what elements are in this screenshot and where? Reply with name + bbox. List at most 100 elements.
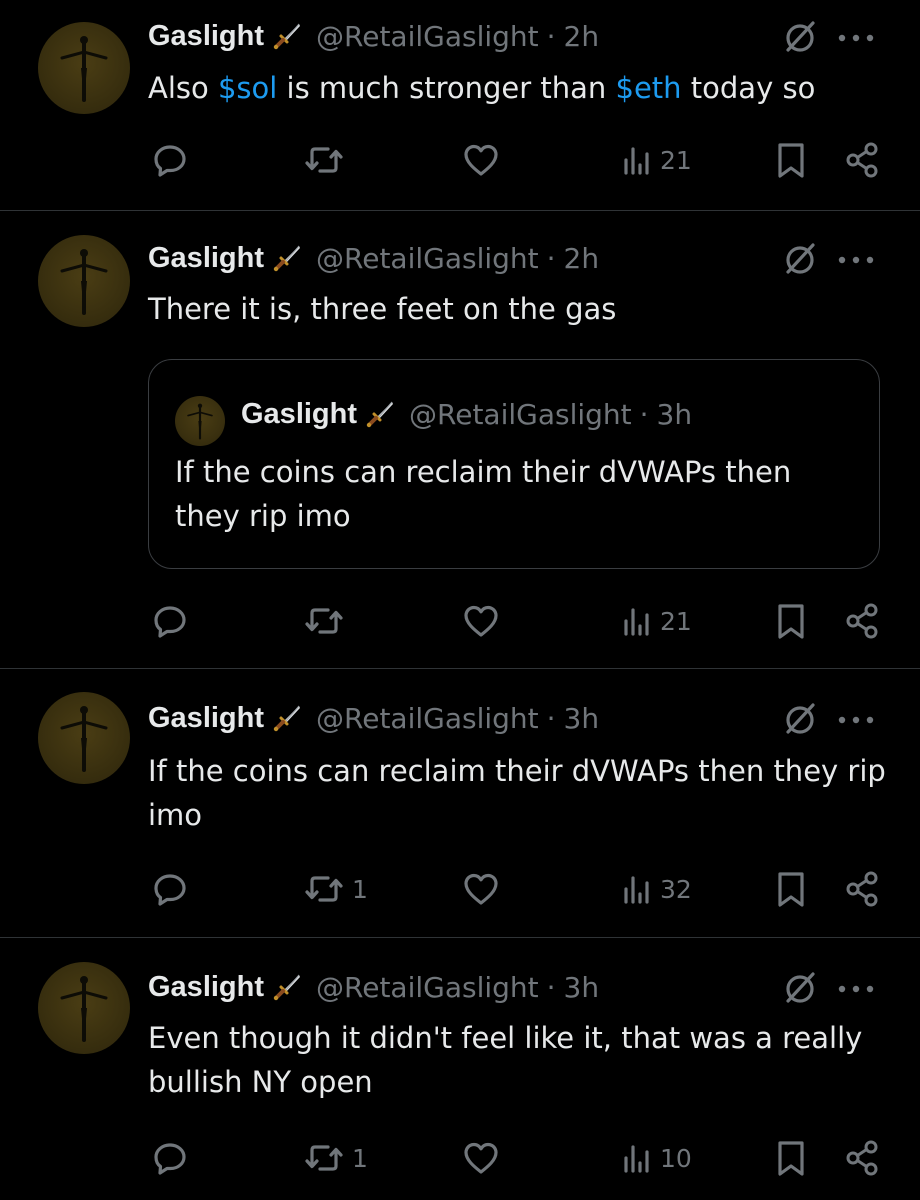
share-icon: [842, 601, 882, 641]
bookmark-button[interactable]: [773, 140, 809, 180]
share-icon: [842, 140, 882, 180]
tweet-header: Gaslight @RetailGaslight · 3h: [148, 967, 599, 1007]
tweet[interactable]: Gaslight @RetailGaslight · 2h Also $sol …: [0, 0, 920, 210]
repost-icon: [304, 869, 344, 909]
views-icon: [622, 140, 652, 180]
share-button[interactable]: [842, 1138, 882, 1178]
separator-dot: ·: [546, 241, 556, 275]
grok-icon[interactable]: [782, 241, 818, 277]
dagger-icon: [365, 399, 395, 429]
like-icon: [461, 1138, 501, 1178]
separator-dot: ·: [546, 970, 556, 1004]
user-handle[interactable]: @RetailGaslight: [316, 702, 539, 735]
action-bar: 1 10: [0, 1138, 920, 1178]
bookmark-button[interactable]: [773, 1138, 809, 1178]
timestamp[interactable]: 2h: [564, 20, 600, 53]
separator-dot: ·: [546, 701, 556, 735]
tweet-text: If the coins can reclaim their dVWAPs th…: [148, 754, 886, 832]
user-handle[interactable]: @RetailGaslight: [316, 242, 539, 275]
share-button[interactable]: [842, 601, 882, 641]
action-bar: 1 32: [0, 869, 920, 909]
tweet-header: Gaslight @RetailGaslight · 2h: [148, 238, 599, 278]
quoted-text: If the coins can reclaim their dVWAPs th…: [175, 455, 792, 533]
views-icon: [622, 601, 652, 641]
tweet[interactable]: Gaslight @RetailGaslight · 3h If the coi…: [0, 669, 920, 937]
separator-dot: ·: [639, 397, 649, 431]
avatar-image: [38, 962, 130, 1054]
tweet[interactable]: Gaslight @RetailGaslight · 2h There it i…: [0, 211, 920, 668]
display-name[interactable]: Gaslight: [148, 242, 264, 275]
repost-button[interactable]: 1: [304, 869, 368, 909]
more-icon[interactable]: [836, 254, 876, 266]
more-icon[interactable]: [836, 983, 876, 995]
user-handle[interactable]: @RetailGaslight: [316, 20, 539, 53]
view-count: 10: [660, 1143, 692, 1173]
view-count: 21: [660, 606, 692, 636]
separator-dot: ·: [546, 19, 556, 53]
more-icon[interactable]: [836, 32, 876, 44]
text-segment: today so: [681, 71, 816, 105]
grok-icon[interactable]: [782, 19, 818, 55]
tweet-header: Gaslight @RetailGaslight · 3h: [148, 698, 599, 738]
repost-count: 1: [352, 1143, 368, 1173]
cashtag-link[interactable]: $sol: [218, 71, 277, 105]
reply-button[interactable]: [150, 140, 198, 180]
quoted-avatar[interactable]: [175, 396, 225, 446]
tweet[interactable]: Gaslight @RetailGaslight · 3h Even thoug…: [0, 938, 920, 1200]
more-icon[interactable]: [836, 714, 876, 726]
action-bar: 21: [0, 140, 920, 180]
timestamp[interactable]: 3h: [564, 702, 600, 735]
like-icon: [461, 601, 501, 641]
display-name[interactable]: Gaslight: [148, 20, 264, 53]
quoted-tweet[interactable]: Gaslight @RetailGaslight · 3h If the coi…: [148, 359, 880, 569]
repost-button[interactable]: 1: [304, 1138, 368, 1178]
like-button[interactable]: [461, 601, 509, 641]
repost-count: 1: [352, 874, 368, 904]
reply-icon: [150, 1138, 190, 1178]
like-button[interactable]: [461, 869, 509, 909]
reply-icon: [150, 140, 190, 180]
quoted-timestamp: 3h: [656, 397, 693, 431]
reply-button[interactable]: [150, 869, 198, 909]
timestamp[interactable]: 2h: [564, 242, 600, 275]
text-segment: is much stronger than: [277, 71, 616, 105]
views-icon: [622, 869, 652, 909]
bookmark-icon: [773, 1138, 809, 1178]
repost-button[interactable]: [304, 140, 352, 180]
views-button[interactable]: 10: [622, 1138, 692, 1178]
avatar[interactable]: [38, 235, 130, 327]
cashtag-link[interactable]: $eth: [616, 71, 682, 105]
grok-icon[interactable]: [782, 970, 818, 1006]
bookmark-button[interactable]: [773, 601, 809, 641]
avatar[interactable]: [38, 22, 130, 114]
views-button[interactable]: 21: [622, 140, 692, 180]
avatar-image: [38, 692, 130, 784]
bookmark-icon: [773, 869, 809, 909]
grok-icon[interactable]: [782, 701, 818, 737]
tweet-text: There it is, three feet on the gas: [148, 292, 617, 326]
user-handle[interactable]: @RetailGaslight: [316, 971, 539, 1004]
display-name[interactable]: Gaslight: [148, 971, 264, 1004]
avatar[interactable]: [38, 692, 130, 784]
like-button[interactable]: [461, 1138, 509, 1178]
reply-button[interactable]: [150, 601, 198, 641]
share-icon: [842, 1138, 882, 1178]
share-button[interactable]: [842, 869, 882, 909]
views-button[interactable]: 21: [622, 601, 692, 641]
display-name[interactable]: Gaslight: [148, 702, 264, 735]
quoted-header: Gaslight @RetailGaslight · 3h: [241, 394, 692, 434]
dagger-icon: [272, 21, 302, 51]
reply-icon: [150, 601, 190, 641]
bookmark-button[interactable]: [773, 869, 809, 909]
like-button[interactable]: [461, 140, 509, 180]
repost-button[interactable]: [304, 601, 352, 641]
tweet-header: Gaslight @RetailGaslight · 2h: [148, 16, 599, 56]
timestamp[interactable]: 3h: [564, 971, 600, 1004]
reply-button[interactable]: [150, 1138, 198, 1178]
avatar[interactable]: [38, 962, 130, 1054]
quoted-display-name: Gaslight: [241, 397, 358, 430]
views-button[interactable]: 32: [622, 869, 692, 909]
share-icon: [842, 869, 882, 909]
share-button[interactable]: [842, 140, 882, 180]
dagger-icon: [272, 243, 302, 273]
